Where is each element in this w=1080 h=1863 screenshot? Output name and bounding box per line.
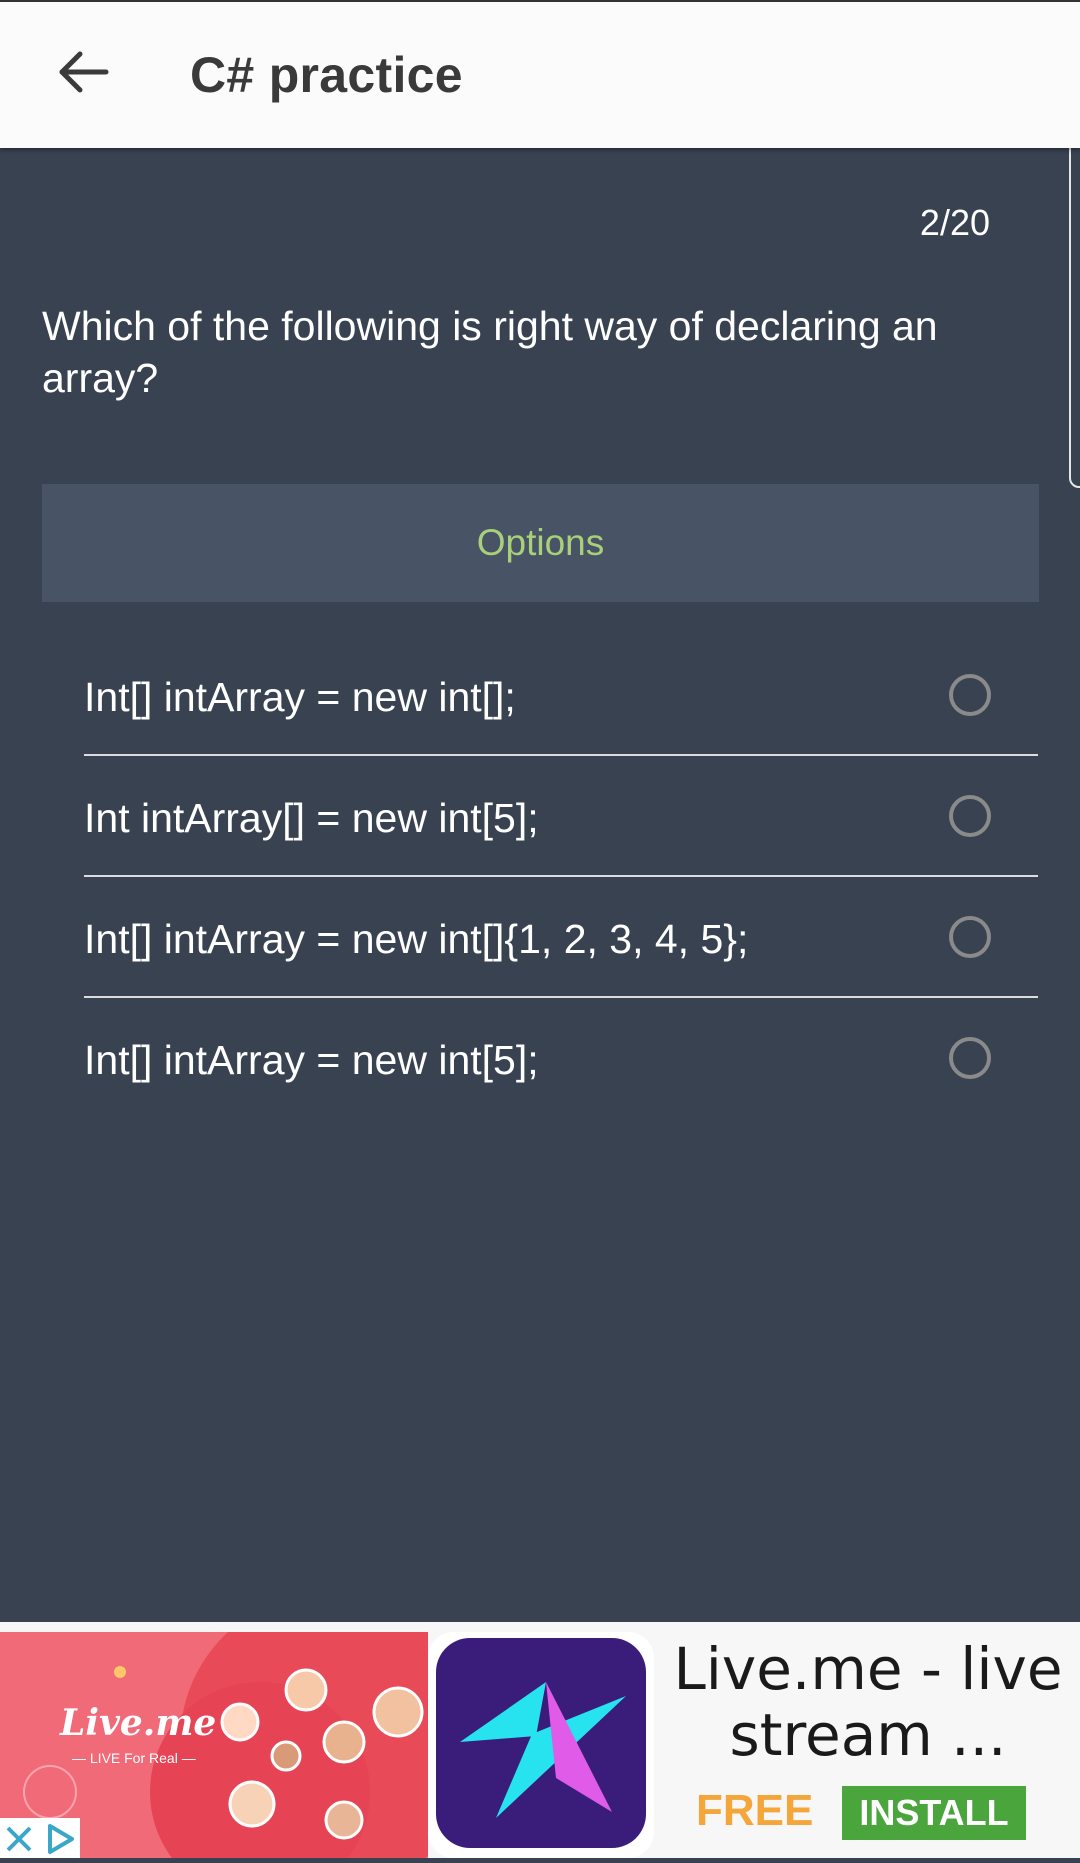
- options-header-label: Options: [476, 522, 605, 563]
- close-icon: [6, 1826, 32, 1852]
- ad-close-button[interactable]: [0, 1818, 40, 1858]
- radio-button[interactable]: [949, 1037, 991, 1079]
- option-item-1[interactable]: Int[] intArray = new int[];: [84, 636, 1038, 756]
- option-item-4[interactable]: Int[] intArray = new int[5];: [84, 999, 1038, 1119]
- ad-title[interactable]: Live.me - live stream ...: [668, 1636, 1068, 1768]
- ad-slogan: — LIVE For Real —: [72, 1750, 196, 1766]
- ad-app-icon[interactable]: [428, 1632, 654, 1858]
- ad-banner[interactable]: Live.me — LIVE For Real — Live.me - live…: [0, 1622, 1080, 1858]
- question-counter: 2/20: [919, 202, 990, 243]
- app-bar: C# practice: [0, 0, 1080, 148]
- arrow-left-icon: [59, 51, 109, 93]
- question-text: Which of the following is right way of d…: [42, 303, 938, 401]
- option-label: Int[] intArray = new int[5];: [84, 1037, 539, 1083]
- option-label: Int intArray[] = new int[5];: [84, 795, 539, 841]
- option-item-3[interactable]: Int[] intArray = new int[]{1, 2, 3, 4, 5…: [84, 878, 1038, 998]
- option-label: Int[] intArray = new int[]{1, 2, 3, 4, 5…: [84, 916, 749, 962]
- install-button[interactable]: INSTALL: [842, 1786, 1026, 1840]
- option-label: Int[] intArray = new int[];: [84, 674, 516, 720]
- adchoices-icon: [48, 1824, 74, 1854]
- star-logo-icon: [460, 1682, 626, 1818]
- radio-button[interactable]: [949, 916, 991, 958]
- ad-price: FREE: [696, 1786, 814, 1835]
- option-item-2[interactable]: Int intArray[] = new int[5];: [84, 757, 1038, 877]
- page-title: C# practice: [190, 47, 463, 103]
- options-header: Options: [42, 484, 1039, 602]
- adchoices-button[interactable]: [40, 1818, 80, 1858]
- radio-button[interactable]: [949, 674, 991, 716]
- radio-button[interactable]: [949, 795, 991, 837]
- back-button[interactable]: [48, 32, 128, 112]
- ad-brand-logo: Live.me: [60, 1702, 217, 1744]
- scroll-indicator: [1069, 128, 1080, 488]
- app-icon-background: [436, 1638, 646, 1848]
